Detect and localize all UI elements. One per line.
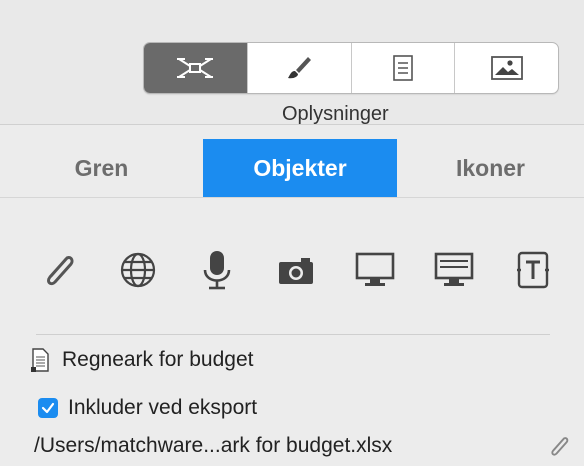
attachment-item[interactable]: Regneark for budget: [30, 345, 253, 375]
presentation-icon: [434, 252, 474, 286]
attachment-path-row: /Users/matchware...ark for budget.xlsx: [34, 431, 574, 461]
monitor-icon: [355, 252, 395, 286]
toolbar-caption: Oplysninger: [282, 103, 389, 125]
notes-button[interactable]: [350, 43, 455, 93]
open-attachment-button[interactable]: [544, 431, 574, 461]
mindmap-icon: [177, 58, 214, 78]
presentation-button[interactable]: [431, 247, 477, 293]
inspector-segmented-control: [143, 42, 559, 94]
add-link-button[interactable]: [115, 247, 161, 293]
screen-capture-button[interactable]: [352, 247, 398, 293]
brush-icon: [288, 57, 312, 79]
include-on-export-label: Inkluder ved eksport: [68, 396, 258, 419]
inspector-tabs: Gren Objekter Ikoner: [0, 139, 584, 198]
attachment-path: /Users/matchware...ark for budget.xlsx: [34, 434, 393, 457]
format-button[interactable]: [246, 43, 351, 93]
document-icon: [393, 55, 413, 81]
record-audio-button[interactable]: [194, 247, 240, 293]
image-icon: [490, 56, 523, 80]
microphone-icon: [203, 251, 231, 290]
attach-file-button[interactable]: [36, 247, 82, 293]
object-icon-row: [36, 243, 556, 297]
spreadsheet-file-icon: [31, 348, 49, 372]
paperclip-icon: [551, 437, 569, 456]
globe-icon: [120, 252, 156, 288]
take-photo-button[interactable]: [273, 247, 319, 293]
paperclip-icon: [47, 256, 74, 286]
add-text-button[interactable]: [510, 247, 556, 293]
section-divider: [36, 334, 550, 335]
mindmap-view-button[interactable]: [144, 43, 247, 93]
attachment-name: Regneark for budget: [62, 348, 254, 371]
image-button[interactable]: [454, 43, 558, 93]
camera-icon: [279, 258, 313, 284]
tab-objekter[interactable]: Objekter: [203, 139, 397, 197]
tab-ikoner[interactable]: Ikoner: [397, 139, 584, 197]
inspector-toolbar: Oplysninger: [0, 0, 584, 125]
include-on-export-checkbox[interactable]: [38, 398, 58, 418]
text-box-icon: [517, 251, 549, 289]
include-on-export-row[interactable]: Inkluder ved eksport: [38, 394, 257, 422]
checkmark-icon: [41, 402, 55, 414]
tab-gren[interactable]: Gren: [0, 139, 203, 197]
